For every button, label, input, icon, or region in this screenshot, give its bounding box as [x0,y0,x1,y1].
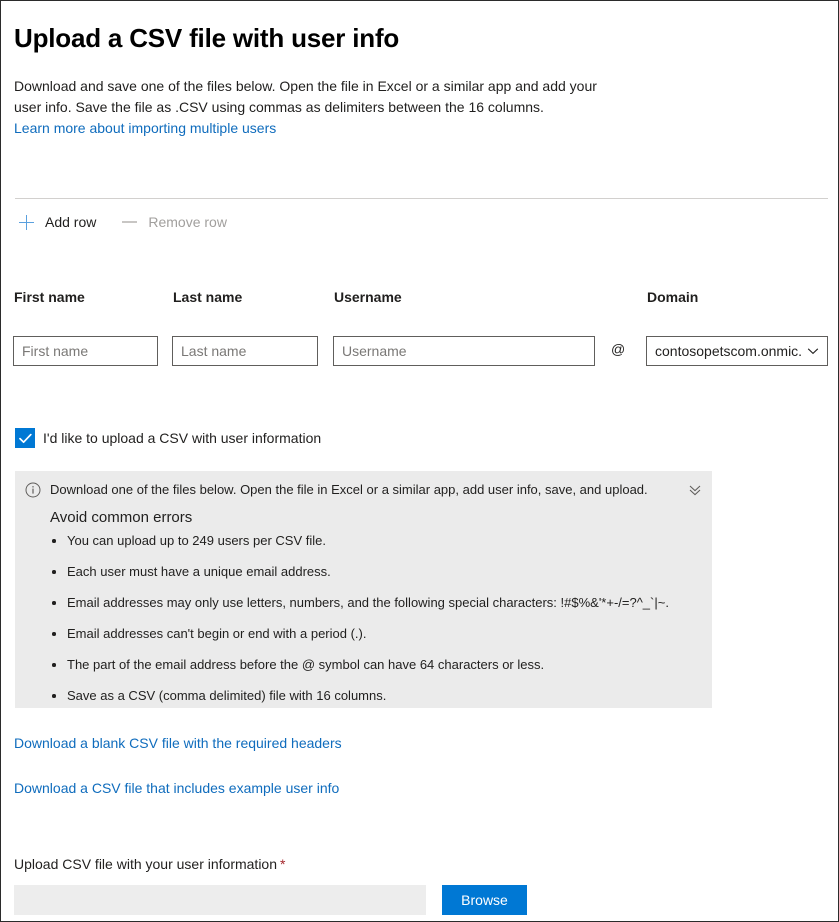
browse-button[interactable]: Browse [442,885,527,915]
chevron-double-down-icon [689,485,701,496]
plus-icon [15,211,37,233]
list-item: Email addresses may only use letters, nu… [50,595,698,611]
info-icon [25,482,41,498]
column-header-first-name: First name [14,289,85,305]
list-item: Email addresses can't begin or end with … [50,626,698,642]
info-panel-bullet-list: You can upload up to 249 users per CSV f… [50,533,698,719]
download-example-csv-link[interactable]: Download a CSV file that includes exampl… [14,780,339,796]
list-item: Each user must have a unique email addre… [50,564,698,580]
checkmark-icon [18,433,32,443]
list-item: You can upload up to 249 users per CSV f… [50,533,698,549]
last-name-input[interactable] [172,336,318,366]
checkbox-box[interactable] [15,428,35,448]
add-row-button[interactable]: Add row [15,209,104,235]
list-item: The part of the email address before the… [50,657,698,673]
at-symbol: @ [611,341,626,357]
info-panel-header-text: Download one of the files below. Open th… [50,482,648,497]
intro-line-2: user info. Save the file as .CSV using c… [14,99,544,115]
upload-field-label-text: Upload CSV file with your user informati… [14,856,278,872]
download-blank-csv-link[interactable]: Download a blank CSV file with the requi… [14,735,342,751]
checkbox-label: I'd like to upload a CSV with user infor… [43,430,322,446]
command-bar: Add row Remove row [15,209,235,235]
file-path-display[interactable] [14,885,426,915]
learn-more-link[interactable]: Learn more about importing multiple user… [14,118,614,139]
required-asterisk: * [280,856,286,872]
chevron-down-icon [807,348,819,355]
info-panel-subtitle: Avoid common errors [50,509,193,526]
column-header-username: Username [334,289,402,305]
user-entry-row: @ contosopetscom.onmic... [1,336,838,368]
username-input[interactable] [333,336,595,366]
intro-line-1: Download and save one of the files below… [14,78,597,94]
intro-paragraph: Download and save one of the files below… [14,76,614,139]
list-item: Save as a CSV (comma delimited) file wit… [50,688,698,704]
upload-csv-checkbox[interactable]: I'd like to upload a CSV with user infor… [15,428,321,448]
add-row-label: Add row [45,214,97,230]
first-name-input[interactable] [13,336,158,366]
domain-dropdown-value: contosopetscom.onmic... [655,343,801,359]
column-header-last-name: Last name [173,289,243,305]
collapse-panel-button[interactable] [686,481,704,499]
section-divider [15,198,828,199]
info-panel-header: Download one of the files below. Open th… [25,481,678,498]
column-header-domain: Domain [647,289,699,305]
info-panel: Download one of the files below. Open th… [15,471,712,708]
upload-field-label: Upload CSV file with your user informati… [14,856,285,872]
remove-row-button[interactable]: Remove row [118,209,235,235]
upload-csv-page: Upload a CSV file with user info Downloa… [1,1,838,921]
domain-dropdown[interactable]: contosopetscom.onmic... [646,336,828,366]
page-title: Upload a CSV file with user info [14,23,400,54]
minus-icon [118,211,140,233]
remove-row-label: Remove row [148,214,227,230]
